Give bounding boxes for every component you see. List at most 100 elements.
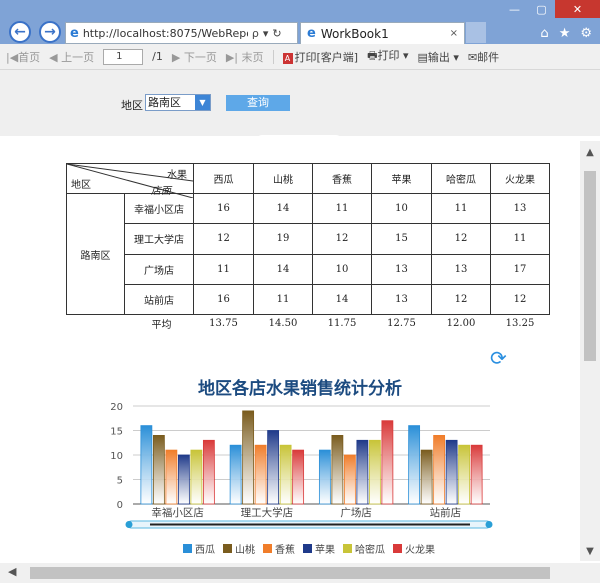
header-fruit: 火龙果 bbox=[490, 163, 550, 194]
x-category-label: 幸福小区店 bbox=[151, 506, 204, 519]
y-tick-label: 5 bbox=[117, 476, 123, 487]
forward-button[interactable]: → bbox=[39, 21, 61, 43]
sales-bar-chart: 0 5 10 15 20 幸福小区店 理工大学店 广场店 站前店 bbox=[110, 402, 493, 529]
bar-香蕉 bbox=[343, 454, 356, 505]
scroll-down-icon[interactable]: ▼ bbox=[580, 546, 600, 557]
bar-火龙果 bbox=[202, 439, 215, 505]
bar-西瓜 bbox=[229, 444, 242, 505]
scroll-up-icon[interactable]: ▲ bbox=[580, 147, 600, 158]
vertical-scrollbar[interactable]: ▲ ▼ bbox=[580, 141, 600, 561]
table-cell: 19 bbox=[253, 223, 313, 255]
print-client-button[interactable]: A 打印[客户端] bbox=[282, 49, 358, 65]
legend-item[interactable]: 哈密瓜 bbox=[343, 541, 385, 556]
pdf-icon: A bbox=[282, 52, 293, 64]
legend-item[interactable]: 火龙果 bbox=[393, 541, 435, 556]
corner-fruit-label: 水果 bbox=[167, 170, 187, 181]
first-page-button[interactable]: |◀首页 bbox=[6, 49, 40, 65]
table-cell: 12 bbox=[193, 223, 254, 255]
bar-山桃 bbox=[331, 435, 344, 505]
scroll-left-icon[interactable]: ◀ bbox=[8, 565, 16, 578]
bar-哈密瓜 bbox=[190, 449, 203, 505]
next-page-button[interactable]: ▶ 下一页 bbox=[172, 49, 217, 65]
header-fruit: 苹果 bbox=[371, 163, 432, 194]
mail-label: 邮件 bbox=[477, 50, 500, 64]
table-cell: 11 bbox=[490, 223, 550, 255]
table-cell: 13 bbox=[371, 283, 432, 316]
legend-item[interactable]: 西瓜 bbox=[183, 541, 215, 556]
refresh-icon[interactable]: ↻ bbox=[272, 27, 281, 40]
export-button[interactable]: ▤输出 ▾ bbox=[418, 49, 459, 65]
table-cell: 11 bbox=[431, 192, 491, 225]
table-cell: 16 bbox=[193, 192, 254, 225]
settings-gear-icon[interactable]: ⚙ bbox=[580, 26, 592, 41]
legend-swatch bbox=[183, 544, 192, 553]
export-label: 输出 bbox=[427, 50, 450, 64]
tab-close-icon[interactable]: × bbox=[450, 28, 458, 39]
legend-label: 火龙果 bbox=[405, 545, 435, 556]
address-url[interactable]: http://localhost:8075/WebReport/I bbox=[83, 27, 248, 40]
ie-logo-icon: e bbox=[70, 25, 79, 41]
last-page-button[interactable]: ▶| 末页 bbox=[226, 49, 264, 65]
table-cell: 13 bbox=[490, 192, 550, 225]
bar-火龙果 bbox=[292, 449, 305, 505]
y-tick-label: 0 bbox=[117, 500, 123, 511]
table-cell: 17 bbox=[490, 253, 550, 285]
browser-titlebar: — ▢ ✕ ← → e http://localhost:8075/WebRep… bbox=[0, 0, 600, 44]
print-label: 打印 bbox=[377, 49, 400, 62]
forward-arrow-icon: → bbox=[44, 24, 56, 40]
store-name: 站前店 bbox=[144, 295, 174, 307]
range-slider-handle-left bbox=[125, 521, 133, 528]
bar-哈密瓜 bbox=[368, 439, 381, 505]
mail-icon: ✉ bbox=[467, 50, 478, 64]
table-cell: 14 bbox=[253, 253, 313, 285]
chart-refresh-icon[interactable]: ⟳ bbox=[490, 346, 507, 370]
maximize-button[interactable]: ▢ bbox=[528, 0, 555, 18]
region-select-value: 路南区 bbox=[148, 96, 181, 109]
legend-label: 西瓜 bbox=[195, 545, 215, 556]
toolbar-divider bbox=[272, 49, 274, 64]
address-bar[interactable]: e http://localhost:8075/WebReport/I ρ ▾ … bbox=[65, 22, 298, 44]
bar-西瓜 bbox=[318, 449, 331, 505]
new-tab-button[interactable] bbox=[466, 22, 486, 43]
average-row: 平均 13.75 14.50 11.75 12.75 12.00 13.25 bbox=[67, 315, 550, 332]
prev-page-button[interactable]: ◀ 上一页 bbox=[49, 49, 94, 65]
query-button[interactable]: 查询 bbox=[226, 95, 290, 111]
legend-item[interactable]: 山桃 bbox=[223, 541, 255, 556]
horizontal-scroll-thumb[interactable] bbox=[30, 567, 550, 579]
average-label: 平均 bbox=[151, 319, 172, 331]
table-row: 路南区 幸福小区店 理工大学店 广场店 站前店 16 14 11 10 11 1… bbox=[66, 192, 550, 315]
bar-山桃 bbox=[152, 435, 165, 505]
address-dropdown-icon[interactable]: ▾ bbox=[263, 27, 269, 40]
horizontal-scrollbar[interactable]: ◀ bbox=[0, 563, 600, 583]
legend-item[interactable]: 苹果 bbox=[303, 541, 335, 556]
favorites-star-icon[interactable]: ★ bbox=[559, 26, 571, 41]
y-tick-label: 10 bbox=[110, 451, 123, 462]
export-icon: ▤ bbox=[417, 50, 428, 64]
dropdown-arrow-icon[interactable]: ▼ bbox=[195, 95, 210, 110]
x-category-label: 广场店 bbox=[340, 506, 372, 519]
table-cell: 12 bbox=[431, 283, 491, 316]
window-controls: — ▢ ✕ bbox=[501, 0, 600, 18]
legend-swatch bbox=[343, 544, 352, 553]
region-select[interactable]: 路南区 ▼ bbox=[145, 94, 211, 111]
legend-item[interactable]: 香蕉 bbox=[263, 541, 295, 556]
bar-西瓜 bbox=[140, 425, 153, 505]
parameter-panel: 地区 路南区 ▼ 查询 bbox=[0, 70, 600, 136]
address-search-icon[interactable]: ρ bbox=[252, 27, 259, 40]
bar-哈密瓜 bbox=[279, 444, 292, 505]
tab-workbook1[interactable]: e WorkBook1 × bbox=[300, 22, 465, 44]
close-window-button[interactable]: ✕ bbox=[555, 0, 600, 18]
minimize-button[interactable]: — bbox=[501, 0, 528, 18]
page-number-input[interactable]: 1 bbox=[103, 48, 144, 65]
home-icon[interactable]: ⌂ bbox=[540, 26, 548, 41]
sales-table: 水果 店面 地区 西瓜 山桃 香蕉 苹果 哈密瓜 火龙果 路南区 幸福小区店 理… bbox=[66, 163, 550, 332]
vertical-scroll-thumb[interactable] bbox=[584, 171, 596, 361]
bar-香蕉 bbox=[254, 444, 267, 505]
print-button[interactable]: 🖶打印 ▾ bbox=[367, 47, 408, 66]
region-name: 路南区 bbox=[67, 194, 125, 314]
bar-火龙果 bbox=[470, 444, 483, 505]
back-button[interactable]: ← bbox=[9, 21, 31, 43]
average-cell: 11.75 bbox=[327, 317, 357, 329]
table-cell: 14 bbox=[253, 192, 313, 225]
mail-button[interactable]: ✉邮件 bbox=[468, 49, 499, 65]
